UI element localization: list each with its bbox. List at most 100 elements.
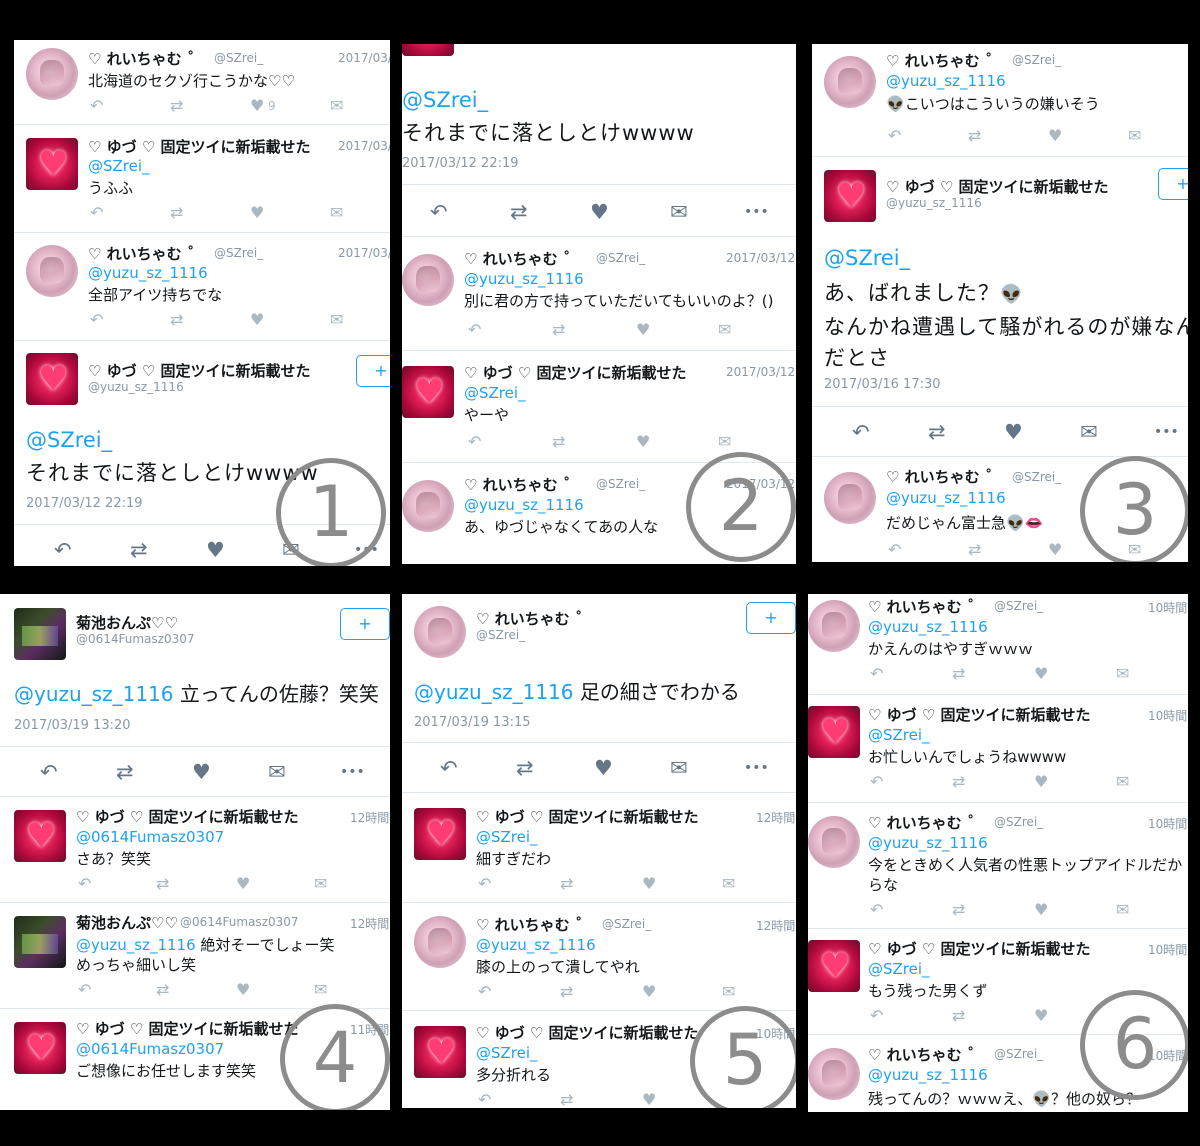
like-icon[interactable]: ♥ [1004, 420, 1023, 444]
reply-icon[interactable]: ↶ [440, 756, 458, 780]
tweet-mention[interactable]: @0614Fumasz0307 [76, 828, 224, 846]
avatar[interactable] [824, 56, 876, 108]
tweet-mention[interactable]: @yuzu_sz_1116 [868, 834, 988, 852]
reply-icon[interactable]: ↶ [78, 980, 91, 999]
retweet-icon[interactable]: ⇄ [952, 664, 965, 683]
avatar[interactable] [808, 816, 860, 868]
reply-icon[interactable]: ↶ [78, 874, 91, 893]
tweet-author-handle[interactable]: @SZrei_ [1012, 470, 1061, 484]
retweet-icon[interactable]: ⇄ [952, 900, 965, 919]
tweet-mention[interactable]: @yuzu_sz_1116 [868, 618, 988, 636]
avatar[interactable] [824, 472, 876, 524]
reply-icon[interactable]: ↶ [468, 320, 481, 339]
dm-icon[interactable]: ✉ [330, 96, 343, 115]
tweet-mention[interactable]: @yuzu_sz_1116 [464, 496, 584, 514]
tweet-author-name[interactable]: ♡ れいちゃむ ˚ [88, 243, 194, 264]
dm-icon[interactable]: ✉ [268, 760, 286, 784]
tweet-author-name[interactable]: ♡ ゆづ ♡ 固定ツイに新垢載せた [868, 938, 1091, 959]
tweet-author-handle[interactable]: @SZrei_ [994, 1047, 1043, 1061]
retweet-icon[interactable]: ⇄ [560, 982, 573, 1001]
like-icon[interactable]: ♥ [1048, 126, 1062, 145]
dm-icon[interactable]: ✉ [330, 203, 343, 222]
tweet-mention[interactable]: @yuzu_sz_1116 [464, 270, 584, 288]
tweet-mention[interactable]: @yuzu_sz_1116 [868, 1066, 988, 1084]
reply-icon[interactable]: ↶ [888, 126, 901, 145]
tweet-author-handle[interactable]: @yuzu_sz_1116 [886, 196, 982, 210]
like-icon[interactable]: ♥ [1048, 540, 1062, 559]
dm-icon[interactable]: ✉ [314, 980, 327, 999]
tweet-mention[interactable]: @SZrei_ [868, 726, 930, 744]
retweet-icon[interactable]: ⇄ [968, 126, 981, 145]
tweet-author-name[interactable]: ♡ ゆづ ♡ 固定ツイに新垢載せた [886, 176, 1109, 197]
like-icon[interactable]: ♥ [206, 538, 225, 562]
dm-icon[interactable]: ✉ [670, 200, 688, 224]
tweet-mention[interactable]: @yuzu_sz_1116 [414, 680, 574, 704]
tweet-mention[interactable]: @yuzu_sz_1116 [76, 936, 196, 954]
avatar[interactable] [26, 48, 78, 100]
tweet-author-name[interactable]: ♡ ゆづ ♡ 固定ツイに新垢載せた [868, 704, 1091, 725]
like-icon[interactable]: ♥ [642, 982, 656, 1001]
tweet-author-name[interactable]: 菊池おんぷ♡♡ [76, 612, 178, 633]
reply-icon[interactable]: ↶ [870, 1006, 883, 1025]
like-icon[interactable]: ♥ [1034, 1006, 1048, 1025]
reply-icon[interactable]: ↶ [468, 432, 481, 451]
tweet-author-name[interactable]: 菊池おんぷ♡♡ [76, 912, 178, 933]
avatar[interactable] [26, 353, 78, 405]
like-icon[interactable]: ♥ [642, 1090, 656, 1108]
tweet-author-handle[interactable]: @SZrei_ [476, 628, 525, 642]
tweet-author-name[interactable]: ♡ れいちゃむ ˚ [88, 48, 194, 69]
like-icon[interactable]: ♥ [636, 432, 650, 451]
like-icon[interactable]: ♥ [590, 200, 609, 224]
tweet-author-handle[interactable]: @SZrei_ [596, 251, 645, 265]
like-icon[interactable]: ♥ [1034, 664, 1048, 683]
follow-button[interactable]: + [340, 608, 390, 640]
tweet-mention[interactable]: @yuzu_sz_1116 [886, 72, 1006, 90]
retweet-icon[interactable]: ⇄ [516, 756, 534, 780]
tweet-author-handle[interactable]: @SZrei_ [602, 917, 651, 931]
avatar[interactable] [808, 940, 860, 992]
tweet-author-name[interactable]: ♡ れいちゃむ ˚ [476, 608, 582, 629]
dm-icon[interactable]: ✉ [314, 874, 327, 893]
retweet-icon[interactable]: ⇄ [952, 772, 965, 791]
avatar[interactable] [26, 138, 78, 190]
retweet-icon[interactable]: ⇄ [552, 320, 565, 339]
avatar[interactable] [414, 1026, 466, 1078]
tweet-author-name[interactable]: ♡ ゆづ ♡ 固定ツイに新垢載せた [76, 1018, 299, 1039]
follow-button[interactable]: + [746, 602, 796, 634]
retweet-icon[interactable]: ⇄ [156, 874, 169, 893]
tweet-author-handle[interactable]: @SZrei_ [994, 599, 1043, 613]
tweet-author-handle[interactable]: @SZrei_ [596, 477, 645, 491]
retweet-icon[interactable]: ⇄ [156, 980, 169, 999]
tweet-author-handle[interactable]: @SZrei_ [994, 815, 1043, 829]
tweet-mention[interactable]: @yuzu_sz_1116 [886, 489, 1006, 507]
dm-icon[interactable]: ✉ [718, 320, 731, 339]
dm-icon[interactable]: ✉ [1080, 420, 1098, 444]
more-icon[interactable]: ••• [1154, 424, 1179, 440]
retweet-icon[interactable]: ⇄ [170, 96, 183, 115]
tweet-mention[interactable]: @SZrei_ [26, 428, 112, 452]
tweet-mention[interactable]: @SZrei_ [464, 384, 526, 402]
retweet-icon[interactable]: ⇄ [116, 760, 134, 784]
tweet-mention[interactable]: @yuzu_sz_1116 [88, 264, 208, 282]
like-icon[interactable]: ♥ [1034, 900, 1048, 919]
avatar[interactable] [14, 916, 66, 968]
reply-icon[interactable]: ↶ [870, 900, 883, 919]
like-icon[interactable]: ♥ [594, 756, 613, 780]
tweet-author-name[interactable]: ♡ れいちゃむ ˚ [868, 812, 974, 833]
dm-icon[interactable]: ✉ [1128, 126, 1141, 145]
follow-button[interactable]: + [356, 355, 390, 387]
dm-icon[interactable]: ✉ [718, 432, 731, 451]
avatar[interactable] [808, 706, 860, 758]
retweet-icon[interactable]: ⇄ [968, 540, 981, 559]
tweet-mention[interactable]: @0614Fumasz0307 [76, 1040, 224, 1058]
tweet-author-name[interactable]: ♡ ゆづ ♡ 固定ツイに新垢載せた [476, 806, 699, 827]
avatar[interactable] [414, 808, 466, 860]
tweet-author-name[interactable]: ♡ れいちゃむ ˚ [886, 466, 992, 487]
avatar[interactable] [14, 1022, 66, 1074]
avatar[interactable] [808, 1048, 860, 1100]
retweet-icon[interactable]: ⇄ [952, 1006, 965, 1025]
tweet-author-name[interactable]: ♡ れいちゃむ ˚ [868, 596, 974, 617]
like-icon[interactable]: ♥ [236, 874, 250, 893]
follow-button[interactable]: + [1158, 168, 1188, 200]
reply-icon[interactable]: ↶ [478, 874, 491, 893]
